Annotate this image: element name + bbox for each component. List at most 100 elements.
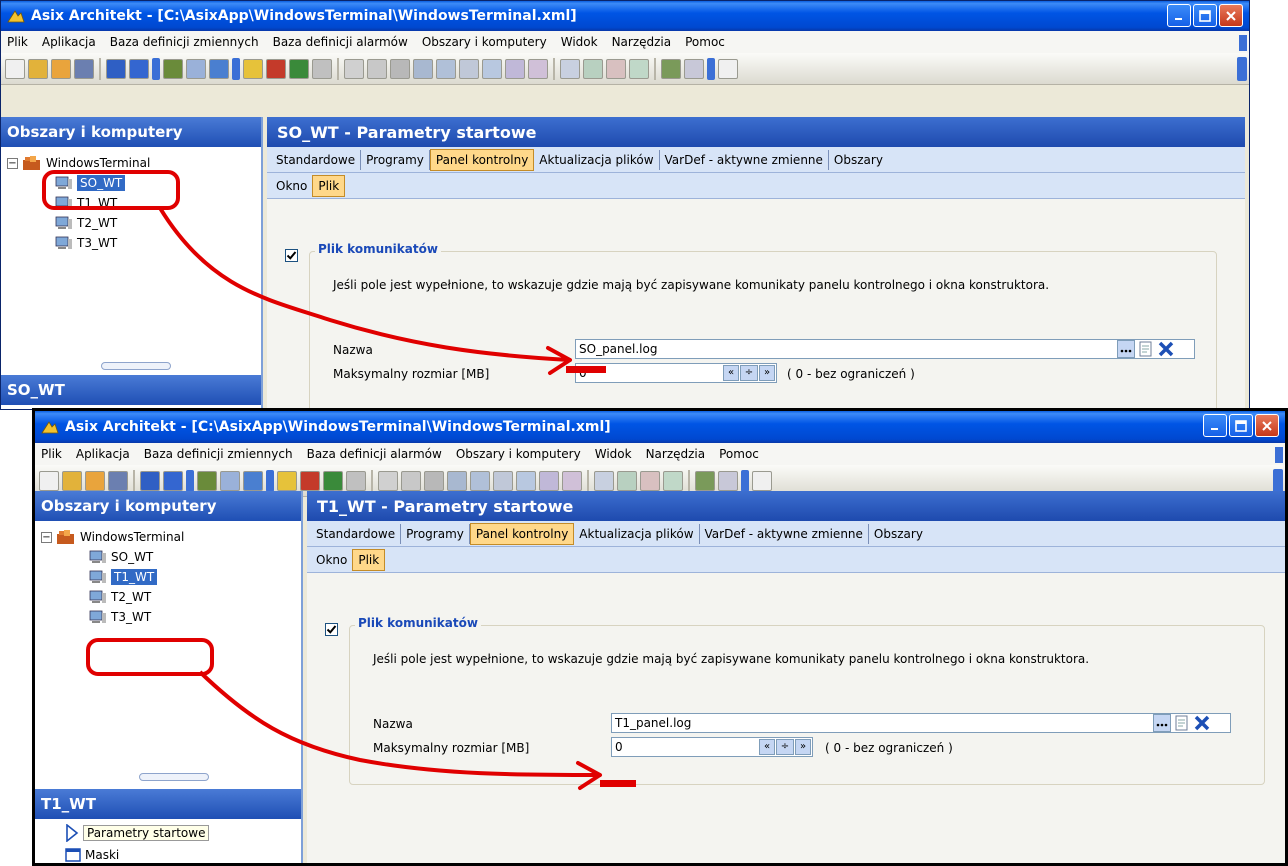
toolbar-button-icon[interactable] bbox=[39, 470, 59, 491]
toolbar-button-icon[interactable] bbox=[516, 470, 536, 491]
toolbar-button-icon[interactable] bbox=[163, 58, 183, 79]
menu-obszary[interactable]: Obszary i komputery bbox=[422, 35, 547, 49]
tree-item-t1-wt[interactable]: T1_WT bbox=[7, 193, 261, 213]
toolbar-button-icon[interactable] bbox=[5, 58, 25, 79]
tab-standardowe[interactable]: Standardowe bbox=[311, 523, 402, 544]
clear-icon[interactable] bbox=[1157, 340, 1175, 358]
menu-zmienne[interactable]: Baza definicji zmiennych bbox=[144, 447, 293, 461]
toolbar-button-icon[interactable] bbox=[562, 470, 582, 491]
splitter-grip[interactable] bbox=[101, 362, 171, 370]
spin-updown-button[interactable]: ÷ bbox=[740, 365, 758, 381]
tab-standardowe[interactable]: Standardowe bbox=[271, 149, 362, 170]
close-button[interactable] bbox=[1219, 4, 1243, 27]
toolbar-button-icon[interactable] bbox=[718, 58, 738, 79]
menu-aplikacja[interactable]: Aplikacja bbox=[76, 447, 130, 461]
nav-maski[interactable]: Maski bbox=[65, 845, 119, 863]
name-input[interactable]: SO_panel.log bbox=[575, 339, 1195, 359]
tree-item-t1-wt[interactable]: T1_WT bbox=[41, 567, 301, 587]
toolbar-grip[interactable] bbox=[232, 57, 240, 80]
tree-item-t3-wt[interactable]: T3_WT bbox=[7, 233, 261, 253]
subtab-okno[interactable]: Okno bbox=[271, 176, 312, 196]
tree-item-so-wt[interactable]: SO_WT bbox=[7, 173, 261, 193]
toolbar-grip[interactable] bbox=[186, 469, 194, 492]
browse-icon[interactable] bbox=[1153, 714, 1171, 732]
toolbar-button-icon[interactable] bbox=[482, 58, 502, 79]
tab-programy[interactable]: Programy bbox=[361, 149, 430, 170]
maximize-button[interactable] bbox=[1229, 414, 1253, 437]
tab-panel-kontrolny[interactable]: Panel kontrolny bbox=[429, 148, 535, 171]
toolbar-button-icon[interactable] bbox=[51, 58, 71, 79]
title-bar[interactable]: Asix Architekt - [C:\AsixApp\WindowsTerm… bbox=[35, 411, 1285, 443]
tab-vardef[interactable]: VarDef - aktywne zmienne bbox=[660, 149, 829, 170]
tab-panel-kontrolny[interactable]: Panel kontrolny bbox=[469, 522, 575, 545]
splitter-grip[interactable] bbox=[139, 773, 209, 781]
menu-zmienne[interactable]: Baza definicji zmiennych bbox=[110, 35, 259, 49]
toolbar-button-icon[interactable] bbox=[528, 58, 548, 79]
toolbar-button-icon[interactable] bbox=[62, 470, 82, 491]
menu-narzedzia[interactable]: Narzędzia bbox=[612, 35, 672, 49]
toolbar-button-icon[interactable] bbox=[583, 58, 603, 79]
toolbar-button-icon[interactable] bbox=[629, 58, 649, 79]
toolbar-overflow-grip[interactable] bbox=[1237, 57, 1247, 81]
toolbar-grip[interactable] bbox=[741, 469, 749, 492]
toolbar-button-icon[interactable] bbox=[493, 470, 513, 491]
collapse-icon[interactable]: − bbox=[41, 531, 52, 543]
subtab-okno[interactable]: Okno bbox=[311, 550, 352, 570]
toolbar-button-icon[interactable] bbox=[413, 58, 433, 79]
close-button[interactable] bbox=[1255, 414, 1279, 437]
menu-pomoc[interactable]: Pomoc bbox=[719, 447, 759, 461]
toolbar-button-icon[interactable] bbox=[661, 58, 681, 79]
toolbar-button-icon[interactable] bbox=[289, 58, 309, 79]
toolbar-button-icon[interactable] bbox=[85, 470, 105, 491]
tree-root[interactable]: − WindowsTerminal bbox=[41, 527, 301, 547]
tab-obszary[interactable]: Obszary bbox=[869, 524, 928, 544]
toolbar-button-icon[interactable] bbox=[752, 470, 772, 491]
toolbar-button-icon[interactable] bbox=[459, 58, 479, 79]
toolbar-button-icon[interactable] bbox=[539, 470, 559, 491]
toolbar-button-icon[interactable] bbox=[684, 58, 704, 79]
tab-aktualizacja[interactable]: Aktualizacja plików bbox=[574, 523, 700, 544]
toolbar-button-icon[interactable] bbox=[505, 58, 525, 79]
toolbar-button-icon[interactable] bbox=[243, 470, 263, 491]
tab-vardef[interactable]: VarDef - aktywne zmienne bbox=[700, 523, 869, 544]
tree-item-so-wt[interactable]: SO_WT bbox=[41, 547, 301, 567]
nav-parametry-startowe[interactable]: Parametry startowe bbox=[65, 823, 210, 843]
toolbar-button-icon[interactable] bbox=[606, 58, 626, 79]
spin-last-button[interactable]: » bbox=[795, 739, 811, 755]
log-file-checkbox[interactable] bbox=[285, 249, 298, 262]
toolbar-button-icon[interactable] bbox=[390, 58, 410, 79]
toolbar-button-icon[interactable] bbox=[424, 470, 444, 491]
menu-plik[interactable]: Plik bbox=[41, 447, 62, 461]
toolbar-button-icon[interactable] bbox=[106, 58, 126, 79]
tree-item-t2-wt[interactable]: T2_WT bbox=[41, 587, 301, 607]
toolbar-button-icon[interactable] bbox=[129, 58, 149, 79]
toolbar-button-icon[interactable] bbox=[617, 470, 637, 491]
log-file-checkbox[interactable] bbox=[325, 623, 338, 636]
toolbar-button-icon[interactable] bbox=[312, 58, 332, 79]
toolbar-button-icon[interactable] bbox=[74, 58, 94, 79]
toolbar-button-icon[interactable] bbox=[663, 470, 683, 491]
toolbar-button-icon[interactable] bbox=[640, 470, 660, 491]
toolbar-overflow-grip[interactable] bbox=[1273, 469, 1283, 493]
toolbar-button-icon[interactable] bbox=[470, 470, 490, 491]
name-input[interactable]: T1_panel.log bbox=[611, 713, 1231, 733]
toolbar-button-icon[interactable] bbox=[140, 470, 160, 491]
spin-updown-button[interactable]: ÷ bbox=[776, 739, 794, 755]
toolbar-button-icon[interactable] bbox=[594, 470, 614, 491]
title-bar[interactable]: Asix Architekt - [C:\AsixApp\WindowsTerm… bbox=[1, 1, 1249, 31]
menu-obszary[interactable]: Obszary i komputery bbox=[456, 447, 581, 461]
menu-widok[interactable]: Widok bbox=[595, 447, 632, 461]
toolbar-button-icon[interactable] bbox=[209, 58, 229, 79]
toolbar-button-icon[interactable] bbox=[220, 470, 240, 491]
toolbar-button-icon[interactable] bbox=[186, 58, 206, 79]
toolbar-button-icon[interactable] bbox=[401, 470, 421, 491]
collapse-icon[interactable]: − bbox=[7, 157, 18, 169]
toolbar-button-icon[interactable] bbox=[28, 58, 48, 79]
toolbar-button-icon[interactable] bbox=[560, 58, 580, 79]
menu-alarmy[interactable]: Baza definicji alarmów bbox=[307, 447, 442, 461]
minimize-button[interactable] bbox=[1167, 4, 1191, 27]
browse-icon[interactable] bbox=[1117, 340, 1135, 358]
tab-aktualizacja[interactable]: Aktualizacja plików bbox=[534, 149, 660, 170]
subtab-plik[interactable]: Plik bbox=[352, 548, 386, 571]
edit-icon[interactable] bbox=[1137, 340, 1155, 358]
